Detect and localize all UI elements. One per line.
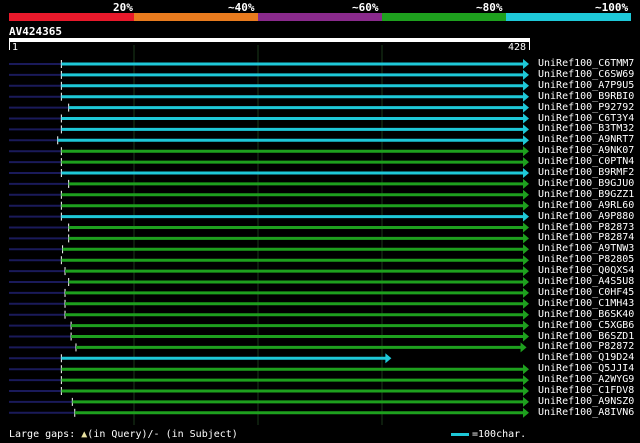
hit-label[interactable]: UniRef100_A9NK07 <box>538 145 634 156</box>
hit-label[interactable]: UniRef100_C5XGB6 <box>538 320 634 331</box>
hit-arrow <box>523 309 529 320</box>
hit-label[interactable]: UniRef100_A2WYG9 <box>538 374 634 385</box>
hit-label[interactable]: UniRef100_Q0QXS4 <box>538 265 634 276</box>
hit-arrow <box>523 102 529 113</box>
hit-arrow <box>523 69 529 80</box>
hit-arrow <box>523 189 529 200</box>
hit-arrow <box>523 91 529 102</box>
hit-label[interactable]: UniRef100_A9NSZ0 <box>538 396 634 407</box>
hit-arrow <box>523 396 529 407</box>
hit-label[interactable]: UniRef100_A7P9U5 <box>538 80 634 91</box>
hit-arrow <box>523 277 529 287</box>
hit-arrow <box>523 266 529 277</box>
scale-legend-label: =100char. <box>472 429 527 440</box>
hit-label[interactable]: UniRef100_P82872 <box>538 341 634 352</box>
scale-legend-bar <box>451 433 469 436</box>
hit-arrow <box>523 287 529 298</box>
hit-label[interactable]: UniRef100_Q19D24 <box>538 352 634 363</box>
hit-label[interactable]: UniRef100_P82873 <box>538 222 634 233</box>
hit-label[interactable]: UniRef100_B9GJU0 <box>538 178 634 189</box>
gap-legend-title: Large gaps: <box>9 429 76 440</box>
hit-arrow <box>523 320 529 331</box>
hit-arrow <box>523 135 529 146</box>
hit-arrow <box>523 113 529 124</box>
hit-label[interactable]: UniRef100_P92792 <box>538 102 634 113</box>
hit-label[interactable]: UniRef100_C6TMM7 <box>538 58 634 69</box>
hit-label[interactable]: UniRef100_C6SW69 <box>538 69 634 80</box>
hit-arrow <box>523 244 529 255</box>
hit-label[interactable]: UniRef100_B6SK40 <box>538 309 634 320</box>
hit-arrow <box>523 59 529 69</box>
hit-arrow <box>523 211 529 222</box>
hit-arrow <box>523 178 529 189</box>
hit-label[interactable]: UniRef100_A9TNW3 <box>538 243 634 254</box>
hit-label[interactable]: UniRef100_B6SZD1 <box>538 331 634 342</box>
hit-arrow <box>523 222 529 233</box>
hit-label[interactable]: UniRef100_A9P880 <box>538 211 634 222</box>
hit-label[interactable]: UniRef100_C0PTN4 <box>538 156 634 167</box>
hit-arrow <box>523 124 529 135</box>
hit-arrow <box>523 146 529 157</box>
hit-label[interactable]: UniRef100_A8IVN6 <box>538 407 634 418</box>
hit-arrow <box>523 298 529 309</box>
hit-label[interactable]: UniRef100_P82874 <box>538 232 634 243</box>
gap-legend-subject: - (in Subject) <box>153 429 238 440</box>
hit-arrow <box>523 375 529 386</box>
hit-label[interactable]: UniRef100_B9RMF2 <box>538 167 634 178</box>
hit-arrow <box>523 157 529 168</box>
hit-arrow <box>523 80 529 91</box>
hit-arrow <box>523 386 529 396</box>
hit-arrow <box>520 342 527 353</box>
gap-legend-query: (in Query)/ <box>87 429 154 440</box>
hit-label[interactable]: UniRef100_B3TM32 <box>538 123 634 134</box>
hit-label[interactable]: UniRef100_B9RBI0 <box>538 91 634 102</box>
hit-label[interactable]: UniRef100_A9NRT7 <box>538 134 634 145</box>
hit-arrow <box>523 233 529 244</box>
hit-label[interactable]: UniRef100_P82805 <box>538 254 634 265</box>
hit-label[interactable]: UniRef100_C1FDV8 <box>538 385 634 396</box>
hit-arrow <box>523 255 529 266</box>
hit-label[interactable]: UniRef100_C1MH43 <box>538 298 634 309</box>
hit-arrow <box>385 353 392 364</box>
hit-label[interactable]: UniRef100_B9GZZ1 <box>538 189 634 200</box>
hit-label[interactable]: UniRef100_A4S5U8 <box>538 276 634 287</box>
hit-label[interactable]: UniRef100_C0HF45 <box>538 287 634 298</box>
hit-arrow <box>523 407 529 418</box>
hit-arrow <box>523 331 529 342</box>
hit-arrow <box>523 168 529 178</box>
hit-label[interactable]: UniRef100_A9RL60 <box>538 200 634 211</box>
gap-legend: Large gaps: ▲(in Query)/- (in Subject) <box>9 429 238 440</box>
hit-arrow <box>523 364 529 375</box>
hit-label[interactable]: UniRef100_C6T3Y4 <box>538 113 634 124</box>
hit-label[interactable]: UniRef100_Q5JJI4 <box>538 363 634 374</box>
hit-arrow <box>523 200 529 211</box>
